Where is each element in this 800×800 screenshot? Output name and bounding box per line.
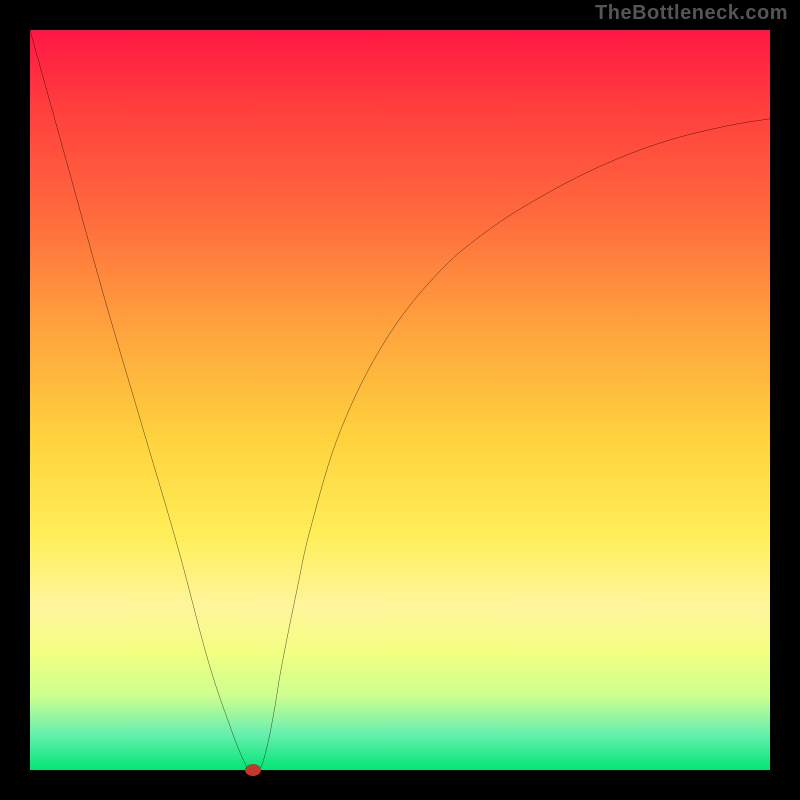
watermark-text: TheBottleneck.com [595,2,788,25]
bottleneck-curve [30,30,770,770]
chart-frame: TheBottleneck.com [0,0,800,800]
plot-area [30,30,770,770]
minimum-marker [245,764,261,776]
